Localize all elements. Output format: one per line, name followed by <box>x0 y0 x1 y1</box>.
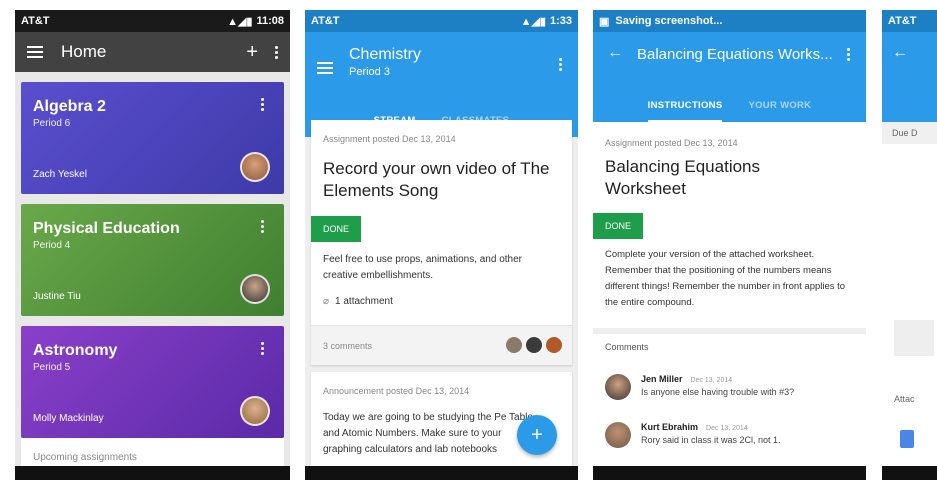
phone-partial: AT&T ← Due D Attac <box>882 10 937 480</box>
system-nav-bar <box>305 466 578 480</box>
comment-text: Is anyone else having trouble with #3? <box>641 387 795 397</box>
due-label: Due D <box>892 128 918 138</box>
class-options-icon[interactable] <box>260 220 264 233</box>
class-period: Period 6 <box>33 118 71 129</box>
divider <box>593 328 866 334</box>
avatar <box>506 337 522 353</box>
document-icon[interactable] <box>900 430 914 448</box>
card-footer: 3 comments <box>311 325 572 365</box>
add-icon[interactable]: + <box>246 41 258 64</box>
avatar <box>605 422 631 448</box>
assignment-title: Balancing Equations Worksheet <box>605 157 761 198</box>
status-badge: DONE <box>311 216 362 242</box>
app-bar: ← <box>882 32 937 122</box>
commenter-name: Jen Miller <box>641 374 683 384</box>
assignment-description: Feel free to use props, animations, and … <box>323 254 523 281</box>
status-badge: DONE <box>593 213 644 239</box>
comment-date: Dec 13, 2014 <box>690 377 733 384</box>
class-period: Period 3 <box>349 66 390 78</box>
more-icon[interactable] <box>846 48 850 61</box>
phone-assignment-detail: ▣ Saving screenshot... ← Balancing Equati… <box>593 10 866 480</box>
assignment-instructions: Complete your version of the attached wo… <box>605 249 846 308</box>
phone-class-stream: AT&T ▲◢▮1:33 Chemistry Period 3 STREAM C… <box>305 10 578 480</box>
tab-instructions[interactable]: INSTRUCTIONS <box>647 94 723 122</box>
status-bar: AT&T ▲◢▮ 1:33 <box>305 10 578 32</box>
status-text: Saving screenshot... <box>615 15 723 27</box>
teacher-name: Molly Mackinlay <box>33 413 104 424</box>
attachment-row[interactable]: ⌀ 1 attachment <box>323 296 393 307</box>
class-card-physical-education[interactable]: Physical Education Period 4 Justine Tiu <box>21 204 284 316</box>
tab-your-work[interactable]: YOUR WORK <box>748 94 811 122</box>
class-title: Chemistry <box>349 46 422 63</box>
avatar <box>240 274 270 304</box>
class-period: Period 5 <box>33 362 71 373</box>
status-bar: AT&T <box>882 10 937 32</box>
system-nav-bar <box>593 466 866 480</box>
system-nav-bar <box>882 466 937 480</box>
avatar <box>526 337 542 353</box>
class-name: Astronomy <box>33 342 118 359</box>
more-icon[interactable] <box>558 58 562 71</box>
avatar <box>240 152 270 182</box>
class-name: Algebra 2 <box>33 98 106 115</box>
page-title: Home <box>61 42 107 61</box>
teacher-name: Zach Yeskel <box>33 169 87 180</box>
signal-icon: ▲◢▮ <box>520 15 546 28</box>
class-options-icon[interactable] <box>260 98 264 111</box>
announcement-text: Today we are going to be studying the Pe… <box>323 412 533 455</box>
carrier-label: AT&T <box>21 15 50 27</box>
screenshot-icon: ▣ <box>599 15 610 28</box>
paperclip-icon: ⌀ <box>323 296 330 307</box>
assignment-title: Record your own video of The Elements So… <box>323 159 550 200</box>
class-options-icon[interactable] <box>260 342 264 355</box>
comments-header: Comments <box>605 342 649 352</box>
attachments-label: Attac <box>894 394 915 404</box>
class-card-astronomy[interactable]: Astronomy Period 5 Molly Mackinlay <box>21 326 284 438</box>
due-date-row: Due D <box>882 122 937 144</box>
back-arrow-icon[interactable]: ← <box>607 44 623 62</box>
carrier-label: AT&T <box>311 15 340 27</box>
status-bar: ▣ Saving screenshot... <box>593 10 866 32</box>
avatar <box>546 337 562 353</box>
class-card-algebra[interactable]: Algebra 2 Period 6 Zach Yeskel <box>21 82 284 194</box>
class-period: Period 4 <box>33 240 71 251</box>
comment-count[interactable]: 3 comments <box>323 341 372 351</box>
assignment-card[interactable]: Assignment posted Dec 13, 2014 Record yo… <box>311 120 572 365</box>
carrier-label: AT&T <box>888 15 917 27</box>
status-bar: AT&T ▲◢▮ 11:08 <box>15 10 290 32</box>
work-placeholder <box>894 320 934 356</box>
app-bar: Home + <box>15 32 290 72</box>
commenter-name: Kurt Ebrahim <box>641 422 699 432</box>
post-meta: Announcement posted Dec 13, 2014 <box>323 386 470 396</box>
menu-icon[interactable] <box>27 46 43 58</box>
clock: 1:33 <box>549 15 572 27</box>
tab-bar: INSTRUCTIONS YOUR WORK <box>593 94 866 122</box>
clock: 11:08 <box>256 15 284 27</box>
phone-home-screen: AT&T ▲◢▮ 11:08 Home + Algebra 2 Period 6 … <box>15 10 290 480</box>
comment-date: Dec 13, 2014 <box>706 425 748 432</box>
comment-text: Rory said in class it was 2Cl, not 1. <box>641 435 781 445</box>
more-icon[interactable] <box>274 45 278 59</box>
system-nav-bar <box>15 466 290 480</box>
teacher-name: Justine Tiu <box>33 291 81 302</box>
page-title: Balancing Equations Works... <box>637 46 833 63</box>
app-bar: ← Balancing Equations Works... INSTRUCTI… <box>593 32 866 122</box>
post-meta: Assignment posted Dec 13, 2014 <box>605 138 738 148</box>
signal-icon: ▲◢▮ <box>227 15 253 28</box>
class-name: Physical Education <box>33 220 180 237</box>
back-arrow-icon[interactable]: ← <box>892 44 908 62</box>
comment: Kurt Ebrahim Dec 13, 2014 Rory said in cl… <box>605 422 781 448</box>
add-post-button[interactable]: + <box>517 415 557 455</box>
comment: Jen Miller Dec 13, 2014 Is anyone else ha… <box>605 374 794 400</box>
post-meta: Assignment posted Dec 13, 2014 <box>323 134 456 144</box>
attachment-count: 1 attachment <box>335 296 393 307</box>
menu-icon[interactable] <box>317 62 333 74</box>
avatar <box>240 396 270 426</box>
avatar <box>605 374 631 400</box>
